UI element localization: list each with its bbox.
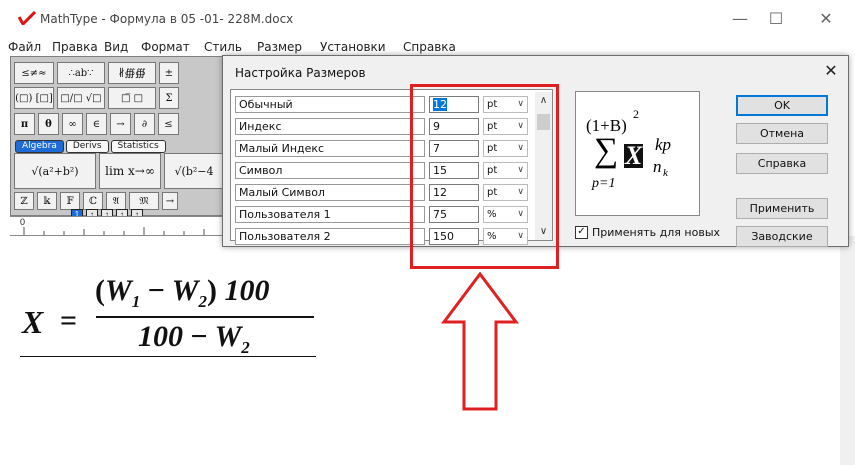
size-label: Малый Символ xyxy=(235,184,425,201)
ruler-origin-label: 0 xyxy=(20,217,26,227)
mathtype-logo-icon xyxy=(18,11,36,25)
relations-palette-button[interactable]: ≤≠≈ xyxy=(14,62,54,84)
size-label: Малый Индекс xyxy=(235,140,425,157)
infinity-button[interactable]: ∞ xyxy=(62,113,83,135)
pi-button[interactable]: π xyxy=(14,113,35,135)
minimize-button[interactable]: — xyxy=(726,8,754,30)
fraktur-a-button[interactable]: 𝔄 xyxy=(106,192,126,210)
menu-file[interactable]: Файл xyxy=(8,40,41,54)
menu-size[interactable]: Размер xyxy=(257,40,302,54)
operators-palette-button[interactable]: ∦∰∰ xyxy=(108,62,156,84)
scripts-palette-button[interactable]: □̅ □ xyxy=(108,87,156,109)
size-label: Индекс xyxy=(235,118,425,135)
tab-algebra[interactable]: Algebra xyxy=(15,140,64,153)
limit-template-button[interactable]: lim x→∞ xyxy=(99,153,161,189)
num-w1: W xyxy=(105,274,132,307)
preview-sigma: ∑ xyxy=(594,132,619,169)
baseline-rule xyxy=(20,356,316,357)
num-tail: 100 xyxy=(224,274,270,307)
cancel-button[interactable]: Отмена xyxy=(736,123,828,144)
arrow-button[interactable]: → xyxy=(110,113,131,135)
symbol-palette: ≤≠≈ ∴ab∵ ∦∰∰ ± (□) [□] □/□ √□ □̅ □ Σ π θ… xyxy=(10,56,228,220)
den-w: W xyxy=(214,320,242,353)
den-head: 100 xyxy=(138,320,183,353)
formula-lhs: X xyxy=(22,304,44,340)
spaces-palette-button[interactable]: ∴ab∵ xyxy=(57,62,105,84)
num-w2-sub: 2 xyxy=(198,292,207,311)
sums-palette-button[interactable]: Σ xyxy=(159,87,179,109)
factory-settings-button[interactable]: Заводские xyxy=(736,226,828,247)
num-open-paren: ( xyxy=(95,274,105,307)
complex-button[interactable]: ℂ xyxy=(83,192,103,210)
tab-derivs[interactable]: Derivs xyxy=(65,140,109,153)
field-f-button[interactable]: 𝔽 xyxy=(60,192,80,210)
partial-button[interactable]: ∂ xyxy=(134,113,155,135)
element-of-button[interactable]: ∈ xyxy=(86,113,107,135)
ok-button[interactable]: OK xyxy=(736,95,828,116)
num-minus: − xyxy=(147,274,165,307)
map-arrow-button[interactable]: → xyxy=(162,192,178,210)
close-window-button[interactable]: ✕ xyxy=(812,8,840,30)
menu-preferences[interactable]: Установки xyxy=(320,40,386,54)
apply-button[interactable]: Применить xyxy=(736,198,828,219)
field-k-button[interactable]: 𝕜 xyxy=(37,192,57,210)
discriminant-template-button[interactable]: √(b²−4 xyxy=(164,153,224,189)
menu-edit[interactable]: Правка xyxy=(52,40,98,54)
maximize-button[interactable]: ☐ xyxy=(762,8,790,30)
formula-denominator: 100 − W2 xyxy=(138,320,250,358)
editor-scrollbar[interactable] xyxy=(840,236,855,465)
menu-format[interactable]: Формат xyxy=(141,40,190,54)
apply-new-checkbox[interactable]: ✓ Применять для новых xyxy=(575,226,720,239)
formula-numerator: (W1 − W2) 100 xyxy=(95,274,315,311)
equation: X = (W1 − W2) 100 100 − W2 xyxy=(20,270,320,365)
fences-palette-button[interactable]: (□) [□] xyxy=(14,87,54,109)
preview-lower-limit: p=1 xyxy=(592,176,616,191)
den-sub: 2 xyxy=(241,338,250,357)
checkbox-checked-icon[interactable]: ✓ xyxy=(575,226,588,239)
preview-x: X xyxy=(624,141,644,170)
help-button[interactable]: Справка xyxy=(736,153,828,174)
size-label: Обычный xyxy=(235,96,425,113)
den-minus: − xyxy=(190,320,208,353)
preview-subsubscript: k xyxy=(663,167,668,179)
theta-button[interactable]: θ xyxy=(38,113,59,135)
window-title: MathType - Формула в 05 -01- 228M.docx xyxy=(40,12,294,26)
plusminus-palette-button[interactable]: ± xyxy=(159,62,179,84)
size-label: Символ xyxy=(235,162,425,179)
sqrt-template-button[interactable]: √(a²+b²) xyxy=(14,153,96,189)
num-w2: W xyxy=(171,274,199,307)
less-equal-button[interactable]: ≤ xyxy=(158,113,179,135)
integers-button[interactable]: ℤ xyxy=(14,192,34,210)
size-label: Пользователя 2 xyxy=(235,228,425,245)
apply-new-label: Применять для новых xyxy=(592,226,721,239)
dialog-title: Настройка Размеров xyxy=(235,66,366,80)
fraktur-m-button[interactable]: 𝔐 xyxy=(129,192,159,210)
tab-statistics[interactable]: Statistics xyxy=(110,140,166,153)
num-w1-sub: 1 xyxy=(131,292,141,311)
menu-help[interactable]: Справка xyxy=(403,40,456,54)
up-arrow-annotation-icon xyxy=(441,272,519,411)
num-close-paren: ) xyxy=(206,274,217,307)
size-label: Пользователя 1 xyxy=(235,206,425,223)
fractions-palette-button[interactable]: □/□ √□ xyxy=(57,87,105,109)
highlight-rectangle xyxy=(410,84,559,269)
preview-subscript: n xyxy=(653,157,662,176)
menu-style[interactable]: Стиль xyxy=(204,40,242,54)
menu-view[interactable]: Вид xyxy=(104,40,128,54)
dialog-close-button[interactable]: ✕ xyxy=(820,61,842,81)
preview-superscript: kp xyxy=(655,135,672,154)
preview-square: 2 xyxy=(633,107,639,121)
formula-equals: = xyxy=(60,304,78,337)
fraction-bar xyxy=(96,316,314,318)
size-preview: (1+B) 2 ∑ p=1 X kp n k xyxy=(575,91,700,216)
